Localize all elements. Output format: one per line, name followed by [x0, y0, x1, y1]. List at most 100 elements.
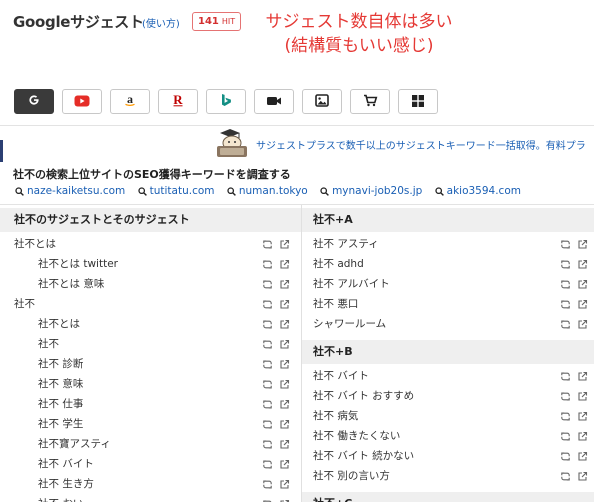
external-link-icon[interactable] [279, 439, 290, 450]
refresh-icon[interactable] [262, 399, 273, 410]
refresh-icon[interactable] [560, 259, 571, 270]
refresh-icon[interactable] [262, 239, 273, 250]
refresh-icon[interactable] [262, 419, 273, 430]
suggest-row[interactable]: 社不 別の言い方 [302, 466, 594, 486]
suggest-row[interactable]: 社不とは [0, 314, 301, 334]
refresh-icon[interactable] [262, 359, 273, 370]
suggest-text[interactable]: 社不 バイト 続かない [313, 450, 414, 462]
suggest-text[interactable]: 社不 おい [38, 498, 83, 502]
suggest-row[interactable]: 社不 [0, 294, 301, 314]
suggest-row[interactable]: 社不 バイト おすすめ [302, 386, 594, 406]
promo-text[interactable]: サジェストプラスで数千以上のサジェストキーワード一括取得。有料プラ [256, 137, 586, 152]
refresh-icon[interactable] [262, 279, 273, 290]
engine-apps-button[interactable] [398, 89, 438, 114]
suggest-text[interactable]: 社不 [14, 298, 35, 310]
suggest-row[interactable]: 社不 [0, 334, 301, 354]
external-link-icon[interactable] [279, 399, 290, 410]
external-link-icon[interactable] [279, 359, 290, 370]
external-link-icon[interactable] [279, 459, 290, 470]
suggest-row[interactable]: 社不 働きたくない [302, 426, 594, 446]
suggest-text[interactable]: 社不 診断 [38, 358, 83, 370]
suggest-row[interactable]: 社不 バイト [302, 366, 594, 386]
external-link-icon[interactable] [279, 279, 290, 290]
engine-rakuten-button[interactable]: R [158, 89, 198, 114]
external-link-icon[interactable] [577, 391, 588, 402]
refresh-icon[interactable] [262, 319, 273, 330]
external-link-icon[interactable] [279, 259, 290, 270]
external-link-icon[interactable] [577, 239, 588, 250]
suggest-text[interactable]: 社不 別の言い方 [313, 470, 390, 482]
engine-video-button[interactable] [254, 89, 294, 114]
suggest-row[interactable]: 社不 バイト 続かない [302, 446, 594, 466]
engine-youtube-button[interactable] [62, 89, 102, 114]
engine-shopping-button[interactable] [350, 89, 390, 114]
refresh-icon[interactable] [560, 279, 571, 290]
refresh-icon[interactable] [560, 411, 571, 422]
suggest-text[interactable]: 社不 バイト おすすめ [313, 390, 414, 402]
refresh-icon[interactable] [262, 259, 273, 270]
refresh-icon[interactable] [262, 299, 273, 310]
seo-site-link[interactable]: akio3594.com [434, 185, 521, 197]
external-link-icon[interactable] [577, 299, 588, 310]
seo-site-link[interactable]: numan.tokyo [227, 185, 308, 197]
external-link-icon[interactable] [577, 411, 588, 422]
external-link-icon[interactable] [279, 419, 290, 430]
suggest-text[interactable]: 社不 悪口 [313, 298, 358, 310]
refresh-icon[interactable] [262, 439, 273, 450]
suggest-row[interactable]: 社不 仕事 [0, 394, 301, 414]
external-link-icon[interactable] [577, 319, 588, 330]
suggest-row[interactable]: 社不 おい [0, 494, 301, 502]
refresh-icon[interactable] [262, 479, 273, 490]
suggest-text[interactable]: 社不とは twitter [38, 258, 118, 270]
suggest-text[interactable]: 社不 学生 [38, 418, 83, 430]
suggest-row[interactable]: 社不 学生 [0, 414, 301, 434]
suggest-row[interactable]: 社不とは [0, 234, 301, 254]
suggest-row[interactable]: 社不 バイト [0, 454, 301, 474]
external-link-icon[interactable] [279, 379, 290, 390]
refresh-icon[interactable] [560, 391, 571, 402]
refresh-icon[interactable] [560, 431, 571, 442]
suggest-text[interactable]: 社不 バイト [313, 370, 369, 382]
suggest-text[interactable]: 社不 adhd [313, 258, 364, 270]
suggest-row[interactable]: 社不寶アスティ [0, 434, 301, 454]
suggest-text[interactable]: 社不 病気 [313, 410, 358, 422]
refresh-icon[interactable] [560, 371, 571, 382]
seo-site-link[interactable]: naze-kaiketsu.com [15, 185, 125, 197]
refresh-icon[interactable] [560, 319, 571, 330]
external-link-icon[interactable] [279, 239, 290, 250]
external-link-icon[interactable] [279, 339, 290, 350]
external-link-icon[interactable] [577, 451, 588, 462]
suggest-row[interactable]: 社不 アルバイト [302, 274, 594, 294]
external-link-icon[interactable] [577, 471, 588, 482]
suggest-text[interactable]: 社不とは 意味 [38, 278, 104, 290]
suggest-text[interactable]: 社不 生き方 [38, 478, 94, 490]
refresh-icon[interactable] [262, 459, 273, 470]
external-link-icon[interactable] [577, 279, 588, 290]
suggest-text[interactable]: 社不寶アスティ [38, 438, 111, 450]
refresh-icon[interactable] [560, 239, 571, 250]
suggest-row[interactable]: 社不 病気 [302, 406, 594, 426]
external-link-icon[interactable] [577, 259, 588, 270]
suggest-row[interactable]: 社不 adhd [302, 254, 594, 274]
external-link-icon[interactable] [279, 299, 290, 310]
refresh-icon[interactable] [560, 299, 571, 310]
suggest-row[interactable]: 社不 悪口 [302, 294, 594, 314]
engine-amazon-button[interactable]: a [110, 89, 150, 114]
suggest-row[interactable]: 社不 アスティ [302, 234, 594, 254]
engine-bing-button[interactable] [206, 89, 246, 114]
suggest-text[interactable]: 社不 アルバイト [313, 278, 390, 290]
external-link-icon[interactable] [577, 431, 588, 442]
seo-site-link[interactable]: mynavi-job20s.jp [320, 185, 422, 197]
engine-image-button[interactable] [302, 89, 342, 114]
suggest-text[interactable]: 社不 意味 [38, 378, 83, 390]
external-link-icon[interactable] [279, 479, 290, 490]
refresh-icon[interactable] [560, 451, 571, 462]
suggest-row[interactable]: 社不 診断 [0, 354, 301, 374]
external-link-icon[interactable] [279, 319, 290, 330]
howto-link[interactable]: (使い方) [142, 15, 180, 30]
suggest-text[interactable]: 社不とは [38, 318, 80, 330]
external-link-icon[interactable] [577, 371, 588, 382]
engine-google-button[interactable] [14, 89, 54, 114]
suggest-row[interactable]: シャワールーム [302, 314, 594, 334]
refresh-icon[interactable] [560, 471, 571, 482]
